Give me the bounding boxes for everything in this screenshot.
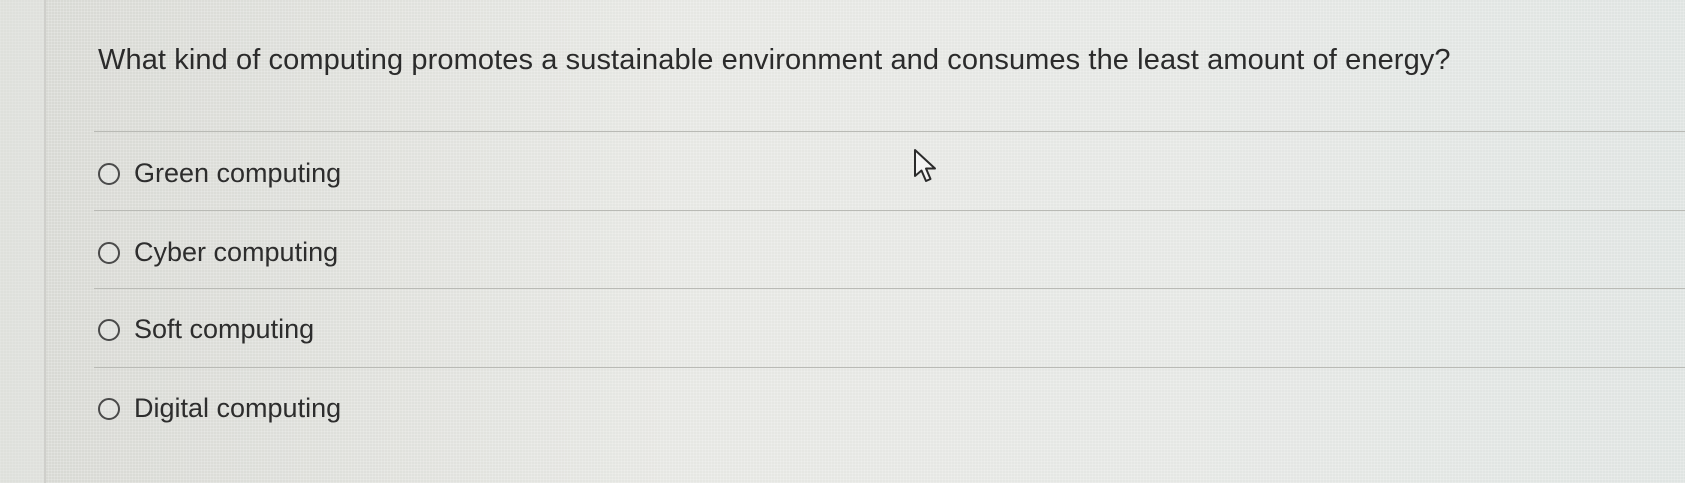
divider [94,210,1685,211]
option-label: Green computing [134,158,342,188]
option-digital-computing[interactable]: Digital computing [98,393,341,424]
divider [94,131,1685,132]
option-label: Digital computing [134,393,342,423]
option-cyber-computing[interactable]: Cyber computing [98,237,338,268]
option-soft-computing[interactable]: Soft computing [98,314,314,345]
radio-button[interactable] [98,318,120,341]
left-border [0,0,46,483]
option-label: Cyber computing [134,237,339,267]
option-label: Soft computing [134,314,315,344]
radio-button[interactable] [98,162,120,185]
radio-button[interactable] [98,397,120,420]
radio-button[interactable] [98,241,120,264]
divider [94,367,1685,368]
mouse-pointer-icon [914,149,936,182]
option-green-computing[interactable]: Green computing [98,158,341,189]
question-panel: What kind of computing promotes a sustai… [46,0,1685,483]
divider [94,288,1685,289]
question-text: What kind of computing promotes a sustai… [98,44,1451,76]
